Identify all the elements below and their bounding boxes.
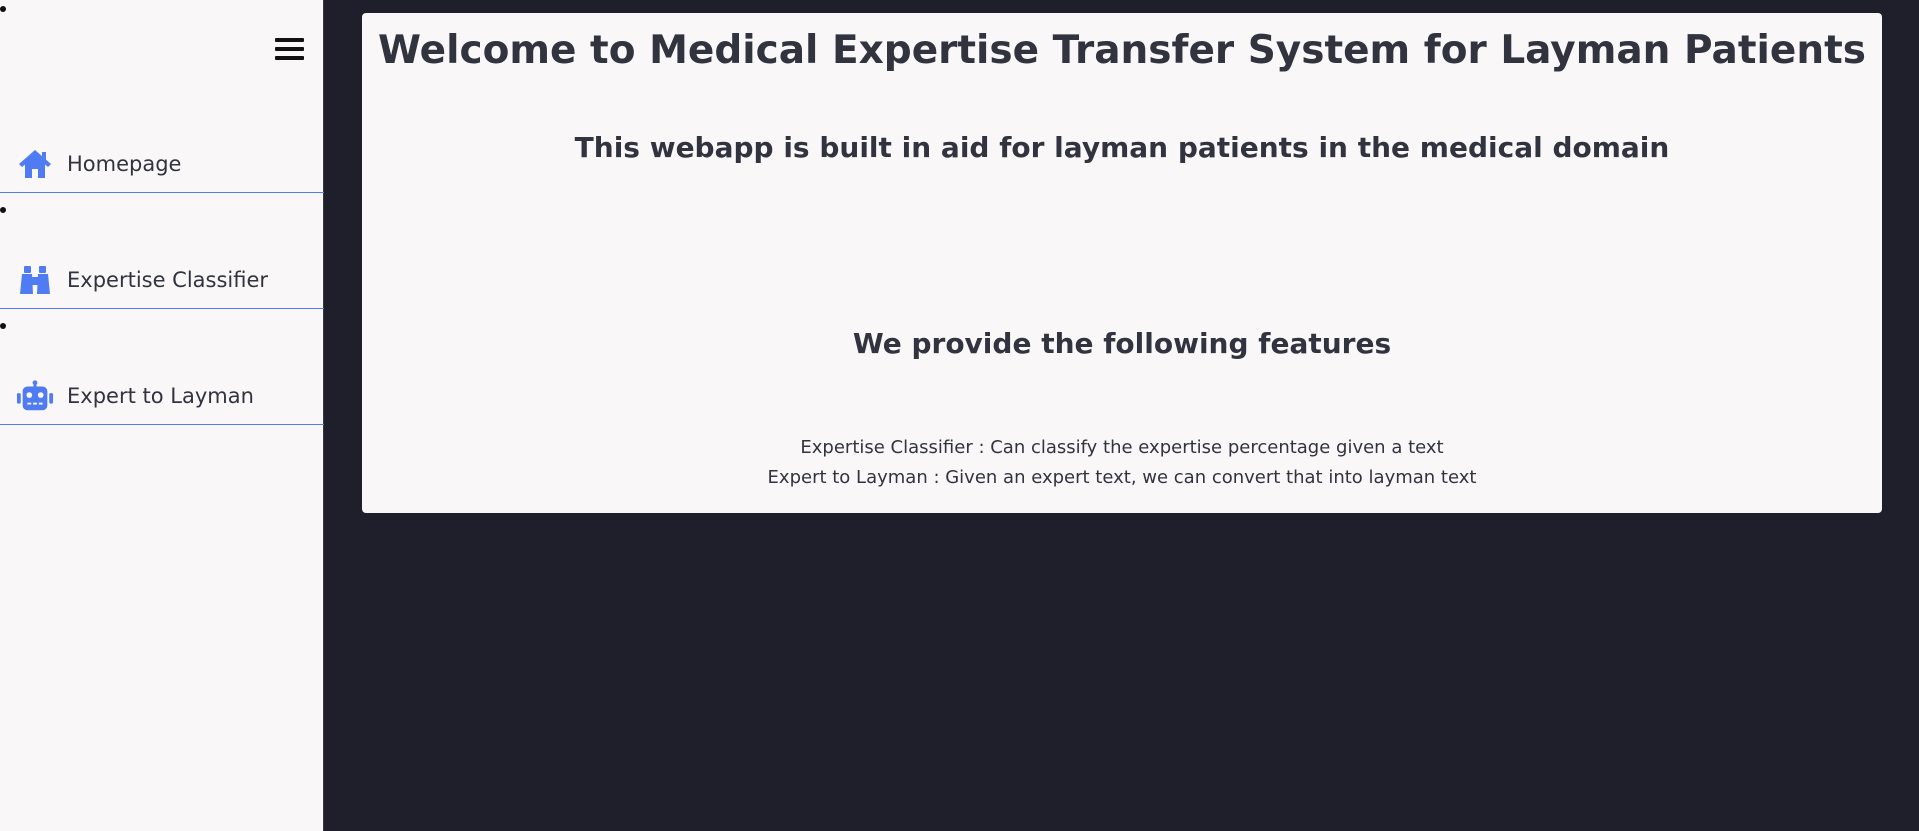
list-bullet bbox=[0, 207, 6, 213]
page-subtitle: This webapp is built in aid for layman p… bbox=[574, 131, 1670, 164]
sidebar-item-label: Homepage bbox=[67, 151, 182, 176]
hamburger-bar bbox=[275, 56, 304, 60]
features-heading: We provide the following features bbox=[852, 327, 1392, 360]
feature-description: Expertise Classifier : Can classify the … bbox=[800, 437, 1444, 458]
list-bullet bbox=[0, 323, 6, 329]
home-icon bbox=[16, 146, 54, 182]
sidebar-item-expert-to-layman[interactable]: Expert to Layman bbox=[0, 367, 324, 425]
hamburger-bar bbox=[275, 38, 304, 42]
feature-description: Expert to Layman : Given an expert text,… bbox=[767, 467, 1477, 488]
sidebar-item-label: Expertise Classifier bbox=[67, 267, 269, 292]
sidebar-item-label: Expert to Layman bbox=[67, 383, 254, 408]
hamburger-menu-icon[interactable] bbox=[275, 36, 304, 63]
binoculars-icon bbox=[16, 262, 54, 298]
hamburger-bar bbox=[275, 47, 304, 51]
list-bullet bbox=[0, 6, 6, 12]
sidebar: Homepage Expertise Classifier Expert to … bbox=[0, 0, 324, 831]
sidebar-item-homepage[interactable]: Homepage bbox=[0, 135, 324, 193]
main-content-card: Welcome to Medical Expertise Transfer Sy… bbox=[362, 13, 1882, 513]
page-title: Welcome to Medical Expertise Transfer Sy… bbox=[378, 28, 1866, 73]
sidebar-item-expertise-classifier[interactable]: Expertise Classifier bbox=[0, 251, 324, 309]
robot-icon bbox=[16, 378, 54, 414]
